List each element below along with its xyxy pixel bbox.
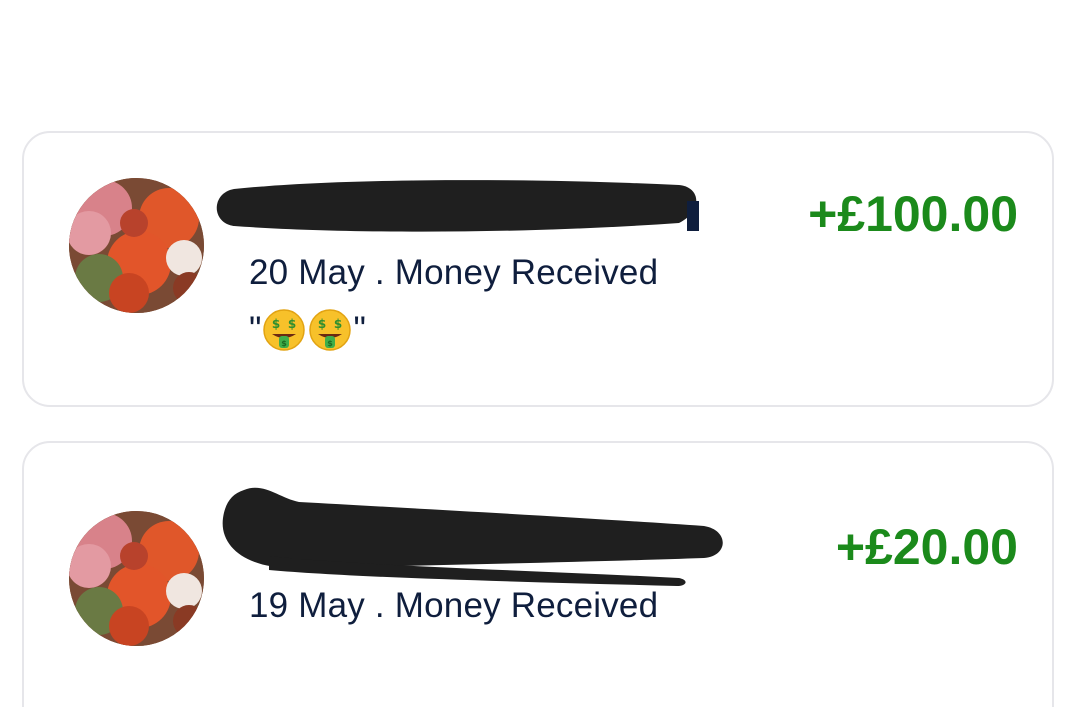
transaction-date: 20 May [249, 253, 365, 292]
note-quote-open: " [249, 310, 262, 349]
transaction-subtitle: 19 May . Money Received [249, 586, 658, 626]
avatar [69, 511, 204, 646]
transactions-page: 20 May . Money Received " $ $ $ $ $ $ " … [0, 0, 1078, 707]
transaction-type: Money Received [394, 586, 659, 625]
money-mouth-face-icon: $ $ $ [262, 308, 306, 352]
transaction-card[interactable]: 19 May . Money Received +£20.00 [22, 441, 1054, 707]
redacted-name [209, 171, 709, 241]
svg-text:$: $ [272, 317, 280, 331]
transaction-card[interactable]: 20 May . Money Received " $ $ $ $ $ $ " … [22, 131, 1054, 407]
transaction-note: " $ $ $ $ $ $ " [249, 308, 366, 352]
transaction-date: 19 May [249, 586, 365, 625]
note-quote-close: " [353, 310, 366, 349]
svg-text:$: $ [288, 317, 296, 331]
redacted-name [209, 478, 729, 588]
avatar [69, 178, 204, 313]
transaction-amount: +£100.00 [808, 186, 1018, 242]
transaction-type: Money Received [394, 253, 659, 292]
transaction-amount: +£20.00 [835, 519, 1018, 575]
svg-text:$: $ [318, 317, 326, 331]
svg-text:$: $ [282, 339, 288, 348]
money-mouth-face-icon: $ $ $ [308, 308, 352, 352]
subtitle-separator: . [364, 586, 395, 625]
transaction-subtitle: 20 May . Money Received [249, 253, 658, 293]
svg-text:$: $ [328, 339, 334, 348]
svg-text:$: $ [334, 317, 342, 331]
subtitle-separator: . [364, 253, 395, 292]
